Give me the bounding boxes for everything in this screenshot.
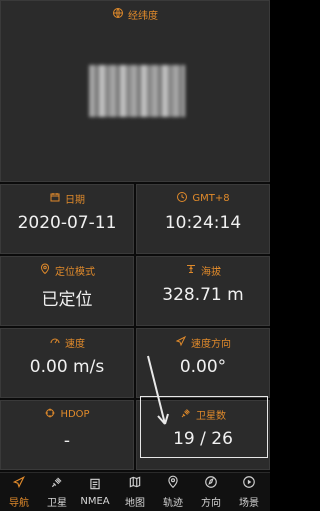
hdop-title: HDOP: [1, 407, 133, 422]
compass-icon: [204, 475, 218, 492]
tab-label: 轨迹: [163, 498, 183, 509]
nmea-icon: [88, 477, 102, 494]
clock-icon: [176, 191, 188, 206]
altitude-value: 328.71 m: [162, 285, 244, 305]
speedometer-icon: [49, 335, 61, 350]
tab-navigation[interactable]: 导航: [0, 473, 38, 511]
speed-title: 速度: [1, 335, 133, 350]
direction-arrow-icon: [175, 335, 187, 350]
calendar-icon: [49, 191, 61, 206]
hdop-value: -: [63, 431, 71, 451]
speed-card: 速度 0.00 m/s: [0, 328, 134, 398]
date-value: 2020-07-11: [17, 213, 117, 233]
time-value: 10:24:14: [164, 213, 242, 233]
positioning-mode-card: 定位模式 已定位: [0, 256, 134, 326]
tab-label: 场景: [239, 498, 259, 509]
scene-icon: [242, 475, 256, 492]
hdop-card: HDOP -: [0, 400, 134, 470]
tab-satellite[interactable]: 卫星: [38, 473, 76, 511]
date-card: 日期 2020-07-11: [0, 184, 134, 254]
speed-label: 速度: [65, 339, 85, 350]
hdop-label: HDOP: [60, 409, 90, 420]
highlight-box: [140, 396, 268, 458]
positioning-mode-value: 已定位: [41, 290, 93, 310]
speed-direction-title: 速度方向: [137, 335, 269, 350]
speed-value: 0.00 m/s: [29, 357, 105, 377]
navigation-icon: [12, 475, 26, 492]
altitude-icon: [185, 263, 197, 278]
tab-scene[interactable]: 场景: [230, 473, 268, 511]
coordinates-card: 经纬度: [0, 0, 270, 182]
time-card: GMT+8 10:24:14: [136, 184, 270, 254]
positioning-mode-label: 定位模式: [55, 267, 95, 278]
time-label: GMT+8: [192, 193, 230, 204]
altitude-title: 海拔: [137, 263, 269, 278]
altitude-card: 海拔 328.71 m: [136, 256, 270, 326]
tab-compass[interactable]: 方向: [192, 473, 230, 511]
positioning-mode-title: 定位模式: [1, 263, 133, 278]
speed-direction-card: 速度方向 0.00°: [136, 328, 270, 398]
time-title: GMT+8: [137, 191, 269, 206]
tab-label: NMEA: [80, 496, 110, 507]
coordinates-title: 经纬度: [1, 7, 269, 22]
tab-label: 卫星: [47, 498, 67, 509]
location-pin-icon: [39, 263, 51, 278]
altitude-label: 海拔: [201, 267, 221, 278]
tab-nmea[interactable]: NMEA: [76, 473, 114, 511]
globe-icon: [112, 7, 124, 22]
tab-track[interactable]: 轨迹: [154, 473, 192, 511]
speed-direction-label: 速度方向: [191, 339, 231, 350]
coordinates-redacted-value: [89, 65, 185, 117]
app-root: 经纬度 日期 2020-07-11 GMT+8 10:24:14 定位模式 已定…: [0, 0, 270, 511]
tab-label: 导航: [9, 498, 29, 509]
tab-label: 方向: [201, 498, 221, 509]
tab-label: 地图: [125, 498, 145, 509]
tab-map[interactable]: 地图: [116, 473, 154, 511]
date-label: 日期: [65, 195, 85, 206]
speed-direction-value: 0.00°: [179, 357, 227, 377]
coordinates-label: 经纬度: [128, 11, 158, 22]
satellite-icon: [50, 475, 64, 492]
date-title: 日期: [1, 191, 133, 206]
bottom-nav: 导航 卫星 NMEA 地图 轨迹 方向 场景: [0, 472, 270, 511]
map-icon: [128, 475, 142, 492]
track-icon: [166, 475, 180, 492]
crosshair-icon: [44, 407, 56, 422]
